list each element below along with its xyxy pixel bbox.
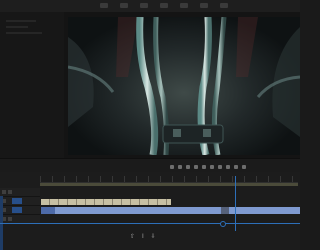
workspace-tab[interactable] — [180, 3, 188, 8]
toggle-output-icon[interactable] — [2, 190, 6, 194]
track-header-v1[interactable] — [0, 197, 40, 206]
workspace-tab[interactable] — [220, 3, 228, 8]
nav-mid-button[interactable]: I — [142, 233, 144, 240]
panel-text-line — [6, 26, 28, 28]
lift-icon[interactable] — [226, 165, 230, 169]
work-area-bar[interactable] — [40, 183, 298, 186]
go-to-out-icon[interactable] — [218, 165, 222, 169]
solo-icon[interactable] — [8, 217, 12, 221]
program-monitor-video-frame — [68, 17, 300, 155]
play-icon[interactable] — [202, 165, 206, 169]
keyframe-handle[interactable] — [220, 221, 226, 227]
source-panel — [0, 12, 65, 158]
audio-clip[interactable] — [41, 199, 171, 205]
workspace-tab[interactable] — [160, 3, 168, 8]
nav-down-button[interactable]: ⇩ — [151, 233, 156, 240]
track-target-indicator[interactable] — [12, 207, 22, 213]
keyframe-line[interactable] — [0, 223, 300, 224]
workspace-tab[interactable] — [100, 3, 108, 8]
playhead[interactable] — [235, 176, 236, 231]
step-forward-icon[interactable] — [210, 165, 214, 169]
clip-marker[interactable] — [221, 207, 229, 214]
step-back-icon[interactable] — [194, 165, 198, 169]
mark-out-icon[interactable] — [178, 165, 182, 169]
timeline-ruler[interactable] — [40, 176, 298, 183]
track-header-a1[interactable] — [0, 206, 40, 215]
monitor-controls-bar — [0, 158, 300, 173]
export-frame-icon[interactable] — [242, 165, 246, 169]
panel-text-line — [6, 20, 36, 22]
video-clip[interactable] — [41, 207, 300, 214]
nav-up-button[interactable]: ⇧ — [130, 233, 135, 240]
track-header-v2[interactable] — [0, 188, 40, 197]
track-target-indicator[interactable] — [12, 198, 22, 204]
timeline-nav-buttons: ⇧ I ⇩ — [130, 233, 161, 240]
panel-text-line — [6, 32, 42, 34]
go-to-in-icon[interactable] — [186, 165, 190, 169]
workspace-tab[interactable] — [120, 3, 128, 8]
mark-in-icon[interactable] — [170, 165, 174, 169]
video-frame-image — [68, 17, 300, 155]
workspace-tab[interactable] — [200, 3, 208, 8]
extract-icon[interactable] — [234, 165, 238, 169]
clip-head — [41, 207, 55, 214]
lock-icon[interactable] — [8, 190, 12, 194]
workspace-tab[interactable] — [140, 3, 148, 8]
